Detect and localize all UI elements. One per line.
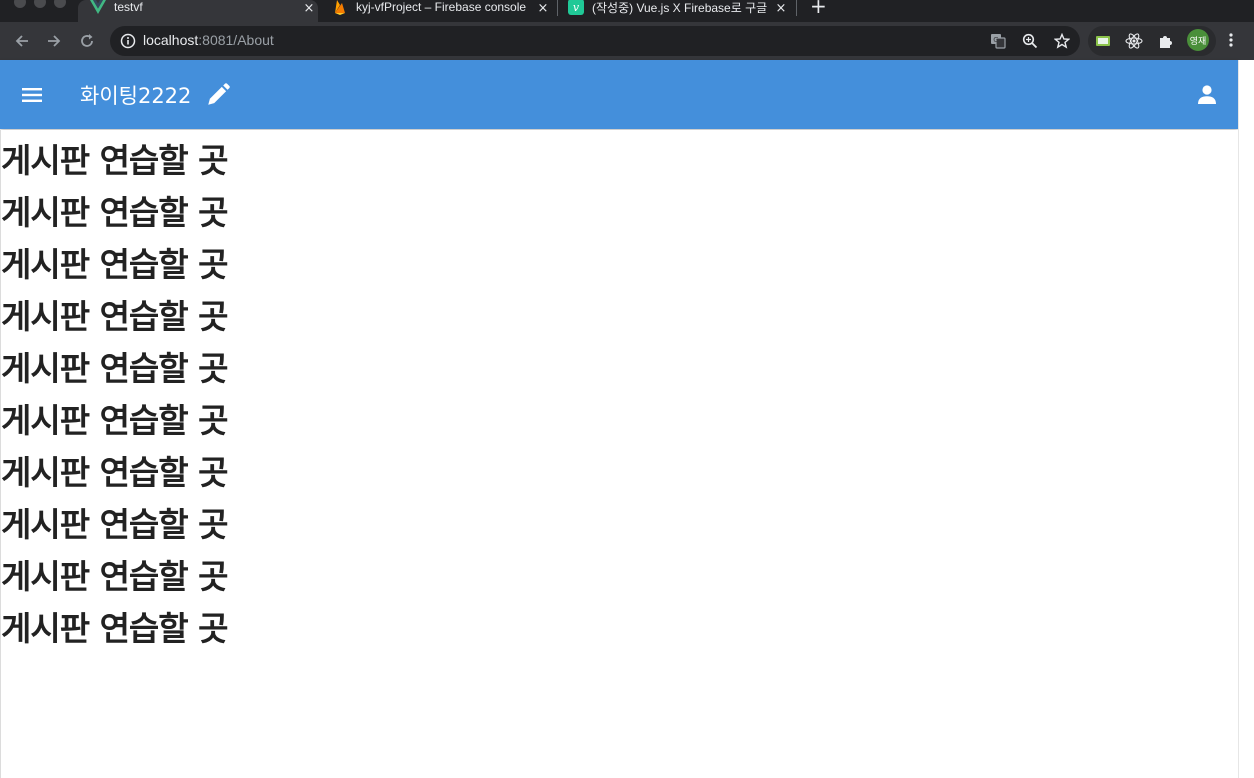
address-bar[interactable]: localhost:8081/About G — [110, 26, 1080, 56]
tab-testvf[interactable]: testvf × — [78, 0, 318, 22]
post-title: 게시판 연습할 곳 — [1, 505, 228, 544]
tab-title: (작성중) Vue.js X Firebase로 구글 — [592, 0, 768, 15]
new-tab-button[interactable]: + — [810, 0, 827, 16]
arrow-left-icon — [15, 35, 28, 47]
post-title: 게시판 연습할 곳 — [1, 245, 228, 284]
bookmark-star-icon[interactable] — [1053, 32, 1071, 50]
post-title: 게시판 연습할 곳 — [1, 193, 228, 232]
tab-velog[interactable]: v (작성중) Vue.js X Firebase로 구글 × — [568, 0, 790, 22]
reload-button[interactable] — [76, 30, 98, 52]
tab-close-button[interactable]: × — [772, 1, 790, 16]
post-title: 게시판 연습할 곳 — [1, 401, 228, 440]
account-icon[interactable] — [1196, 83, 1218, 109]
firebase-icon — [332, 0, 348, 15]
tab-title: testvf — [114, 0, 143, 14]
post-title: 게시판 연습할 곳 — [1, 297, 228, 336]
post-title: 게시판 연습할 곳 — [1, 609, 228, 648]
translate-icon[interactable]: G — [989, 32, 1007, 50]
post-title: 게시판 연습할 곳 — [1, 557, 228, 596]
menu-icon[interactable] — [20, 83, 44, 107]
puzzle-icon[interactable] — [1157, 32, 1175, 50]
post-title: 게시판 연습할 곳 — [1, 141, 228, 180]
browser-toolbar: localhost:8081/About G — [0, 22, 1254, 60]
url-path: :8081/About — [198, 32, 274, 48]
page-scrollbar[interactable] — [1238, 60, 1254, 778]
page-content: 게시판 연습할 곳 게시판 연습할 곳 게시판 연습할 곳 게시판 연습할 곳 … — [0, 130, 1238, 778]
app-title: 화이팅2222 — [80, 84, 192, 108]
site-info-icon[interactable] — [120, 33, 136, 53]
url-host: localhost — [143, 32, 199, 48]
profile-avatar[interactable]: 영재 — [1187, 29, 1209, 51]
minimize-window-button[interactable] — [34, 0, 46, 8]
tab-close-button[interactable]: × — [534, 1, 552, 16]
tab-title: kyj-vfProject – Firebase console — [356, 0, 527, 14]
velog-icon: v — [568, 0, 584, 15]
zoom-icon[interactable] — [1021, 32, 1039, 50]
zoom-window-button[interactable] — [54, 0, 66, 8]
vue-icon — [90, 0, 106, 15]
extension-screen-icon[interactable] — [1094, 32, 1112, 50]
browser-menu-icon[interactable] — [1222, 30, 1240, 50]
url-text: localhost:8081/About — [143, 32, 274, 48]
tab-close-button[interactable]: × — [300, 1, 318, 16]
back-button[interactable] — [11, 30, 33, 52]
post-title: 게시판 연습할 곳 — [1, 453, 228, 492]
svg-text:v: v — [573, 1, 580, 14]
tab-firebase[interactable]: kyj-vfProject – Firebase console × — [330, 0, 552, 22]
pencil-icon[interactable] — [205, 82, 231, 112]
post-title: 게시판 연습할 곳 — [1, 349, 228, 388]
react-devtools-icon[interactable] — [1125, 32, 1143, 50]
app-bar: 화이팅2222 — [0, 60, 1238, 129]
tab-strip: testvf × kyj-vfProject – Firebase consol… — [0, 0, 1254, 22]
arrow-right-icon — [48, 35, 61, 47]
svg-text:G: G — [993, 36, 998, 44]
close-window-button[interactable] — [14, 0, 26, 8]
reload-icon — [81, 34, 93, 47]
forward-button[interactable] — [43, 30, 65, 52]
